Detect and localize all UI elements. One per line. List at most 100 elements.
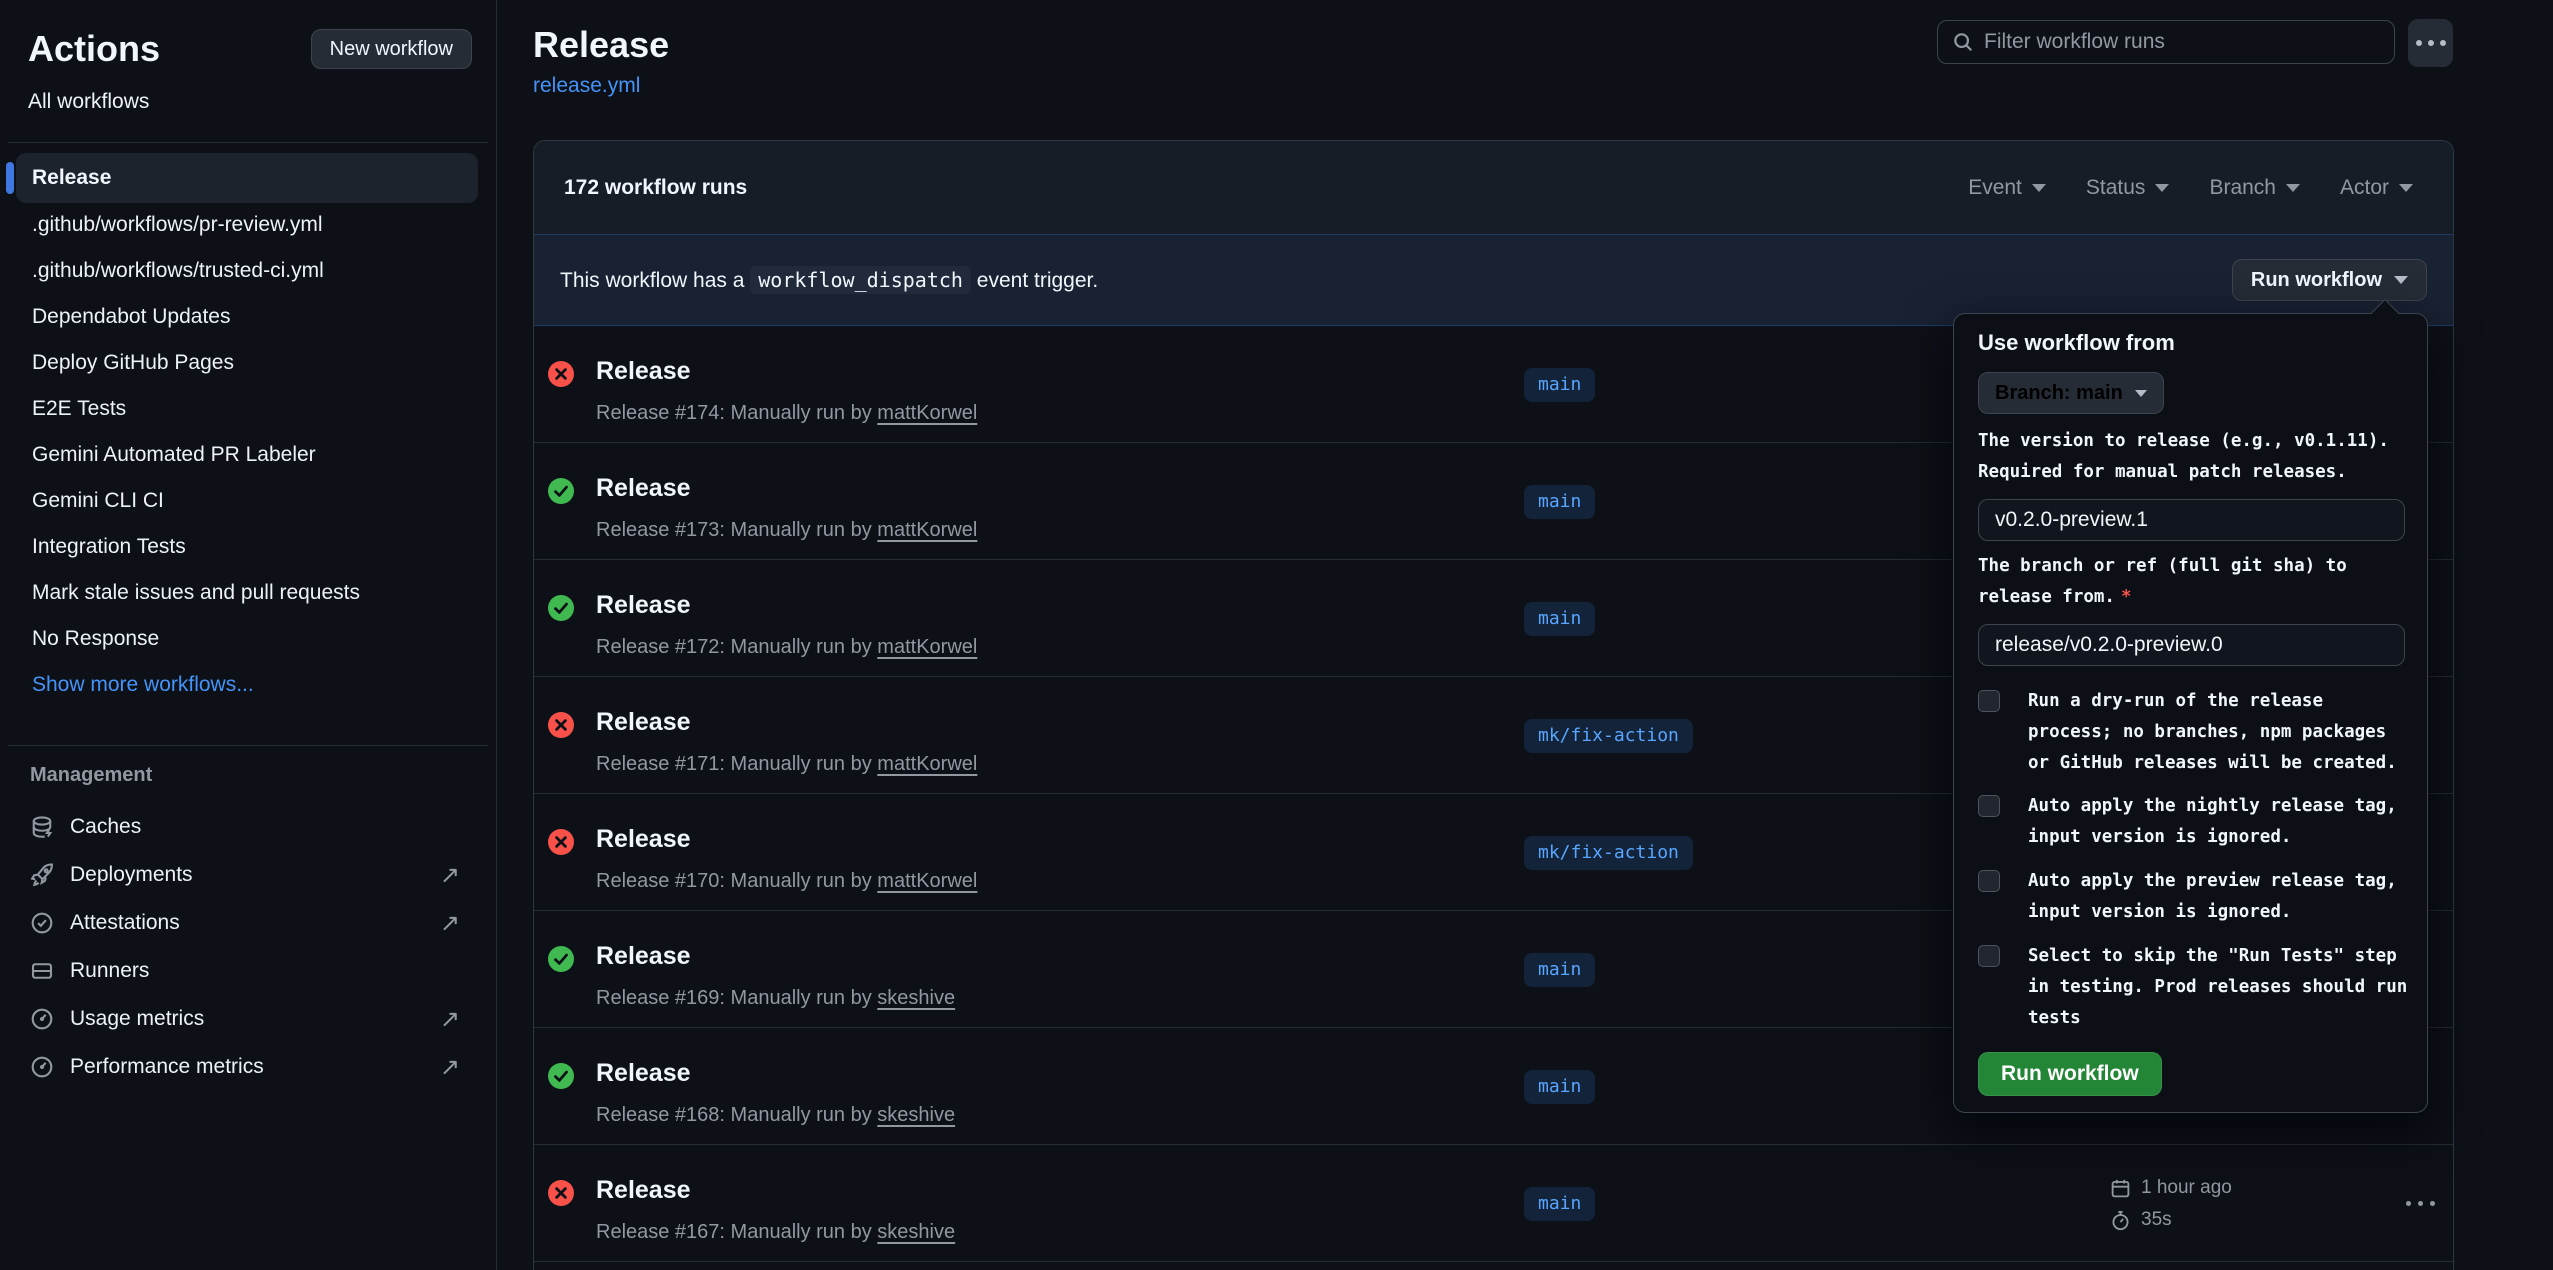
actor-link[interactable]: skeshive bbox=[877, 1104, 955, 1126]
new-workflow-button[interactable]: New workflow bbox=[311, 29, 472, 69]
nightly-tag-checkbox[interactable] bbox=[1978, 795, 2000, 817]
banner-text: This workflow has a workflow_dispatch ev… bbox=[560, 268, 1098, 293]
run-start-time: 1 hour ago bbox=[2110, 1177, 2232, 1199]
success-icon bbox=[548, 478, 574, 504]
actor-link[interactable]: skeshive bbox=[877, 1221, 955, 1243]
run-title-link[interactable]: Release bbox=[596, 1059, 691, 1088]
workflow-file-link[interactable]: release.yml bbox=[533, 74, 640, 98]
run-title-link[interactable]: Release bbox=[596, 708, 691, 737]
show-more-workflows-link[interactable]: Show more workflows... bbox=[0, 662, 496, 708]
sidebar-item-performance-metrics[interactable]: Performance metrics ↗ bbox=[0, 1043, 496, 1091]
sidebar-workflow-item[interactable]: E2E Tests bbox=[0, 386, 496, 432]
branch-select-button[interactable]: Branch: main bbox=[1978, 372, 2164, 414]
version-input[interactable] bbox=[1978, 499, 2405, 541]
run-description: Release #174: Manually run by mattKorwel bbox=[596, 402, 977, 425]
run-duration: 35s bbox=[2110, 1209, 2172, 1231]
selected-accent-bar bbox=[6, 162, 14, 194]
run-status-icon bbox=[548, 595, 574, 621]
sidebar: Actions New workflow All workflows Relea… bbox=[0, 0, 497, 1270]
page-kebab-menu-button[interactable] bbox=[2408, 19, 2453, 67]
branch-badge[interactable]: main bbox=[1524, 1187, 1595, 1221]
verified-icon bbox=[30, 911, 54, 935]
skip-tests-checkbox[interactable] bbox=[1978, 945, 2000, 967]
run-filters: Event Status Branch Actor bbox=[1968, 176, 2413, 200]
success-icon bbox=[548, 946, 574, 972]
sidebar-divider bbox=[8, 745, 488, 746]
actor-link[interactable]: mattKorwel bbox=[877, 753, 977, 775]
run-workflow-submit-button[interactable]: Run workflow bbox=[1978, 1052, 2162, 1096]
workflow-run-row[interactable]: Release Release #167: Manually run by sk… bbox=[534, 1145, 2453, 1262]
run-workflow-dropdown-button[interactable]: Run workflow bbox=[2232, 259, 2427, 301]
filter-dropdown[interactable]: Event bbox=[1968, 176, 2046, 200]
branch-badge[interactable]: main bbox=[1524, 1070, 1595, 1104]
sidebar-item-label: Attestations bbox=[70, 911, 180, 935]
preview-tag-checkbox[interactable] bbox=[1978, 870, 2000, 892]
management-section-label: Management bbox=[30, 764, 152, 787]
ref-field-label: The branch or ref (full git sha) to rele… bbox=[1978, 551, 2408, 613]
sidebar-item-attestations[interactable]: Attestations ↗ bbox=[0, 899, 496, 947]
branch-badge[interactable]: mk/fix-action bbox=[1524, 719, 1693, 753]
sidebar-workflow-item[interactable]: Gemini CLI CI bbox=[0, 478, 496, 524]
actor-link[interactable]: mattKorwel bbox=[877, 519, 977, 541]
run-title-link[interactable]: Release bbox=[596, 474, 691, 503]
sidebar-workflow-item[interactable]: No Response bbox=[0, 616, 496, 662]
branch-badge[interactable]: mk/fix-action bbox=[1524, 836, 1693, 870]
sidebar-item-caches[interactable]: Caches bbox=[0, 803, 496, 851]
run-title-link[interactable]: Release bbox=[596, 1176, 691, 1205]
filter-dropdown[interactable]: Status bbox=[2086, 176, 2170, 200]
preview-tag-checkbox-row: Auto apply the preview release tag, inpu… bbox=[1978, 866, 2408, 928]
sidebar-divider bbox=[8, 142, 488, 143]
actor-link[interactable]: skeshive bbox=[877, 987, 955, 1009]
run-status-icon bbox=[548, 1063, 574, 1089]
chevron-down-icon bbox=[2032, 184, 2046, 192]
external-link-icon: ↗ bbox=[440, 1053, 460, 1082]
sidebar-workflow-item[interactable]: .github/workflows/pr-review.yml bbox=[0, 202, 496, 248]
stopwatch-icon bbox=[2110, 1210, 2131, 1231]
sidebar-item-all-workflows[interactable]: All workflows bbox=[28, 90, 149, 114]
run-title-link[interactable]: Release bbox=[596, 591, 691, 620]
sidebar-item-usage-metrics[interactable]: Usage metrics ↗ bbox=[0, 995, 496, 1043]
ref-input[interactable] bbox=[1978, 624, 2405, 666]
run-description: Release #172: Manually run by mattKorwel bbox=[596, 636, 977, 659]
chevron-down-icon bbox=[2155, 184, 2169, 192]
actor-link[interactable]: mattKorwel bbox=[877, 870, 977, 892]
filter-workflow-runs-box bbox=[1937, 20, 2395, 64]
sidebar-workflow-item[interactable]: Gemini Automated PR Labeler bbox=[0, 432, 496, 478]
rocket-icon bbox=[30, 863, 54, 887]
chevron-down-icon bbox=[2286, 184, 2300, 192]
external-link-icon: ↗ bbox=[440, 1005, 460, 1034]
sidebar-workflow-item[interactable]: Integration Tests bbox=[0, 524, 496, 570]
filter-dropdown[interactable]: Actor bbox=[2340, 176, 2413, 200]
sidebar-item-runners[interactable]: Runners bbox=[0, 947, 496, 995]
actor-link[interactable]: mattKorwel bbox=[877, 636, 977, 658]
dry-run-checkbox[interactable] bbox=[1978, 690, 2000, 712]
run-description: Release #169: Manually run by skeshive bbox=[596, 987, 955, 1010]
sidebar-workflow-item[interactable]: Dependabot Updates bbox=[0, 294, 496, 340]
run-description: Release #171: Manually run by mattKorwel bbox=[596, 753, 977, 776]
sidebar-workflow-item[interactable]: Deploy GitHub Pages bbox=[0, 340, 496, 386]
sidebar-item-label: Usage metrics bbox=[70, 1007, 204, 1031]
sidebar-workflow-item[interactable]: Mark stale issues and pull requests bbox=[0, 570, 496, 616]
nightly-tag-checkbox-row: Auto apply the nightly release tag, inpu… bbox=[1978, 791, 2408, 853]
sidebar-item-deployments[interactable]: Deployments ↗ bbox=[0, 851, 496, 899]
sidebar-workflow-item[interactable]: .github/workflows/trusted-ci.yml bbox=[0, 248, 496, 294]
filter-runs-input[interactable] bbox=[1984, 30, 2364, 54]
branch-badge[interactable]: main bbox=[1524, 953, 1595, 987]
run-kebab-menu-button[interactable] bbox=[2392, 1189, 2448, 1217]
cache-icon bbox=[30, 815, 54, 839]
run-description: Release #168: Manually run by skeshive bbox=[596, 1104, 955, 1127]
search-icon bbox=[1952, 31, 1974, 53]
branch-badge[interactable]: main bbox=[1524, 602, 1595, 636]
run-title-link[interactable]: Release bbox=[596, 825, 691, 854]
actor-link[interactable]: mattKorwel bbox=[877, 402, 977, 424]
run-status-icon bbox=[548, 361, 574, 387]
sidebar-item-release-selected[interactable]: Release bbox=[16, 153, 478, 203]
branch-badge[interactable]: main bbox=[1524, 485, 1595, 519]
chevron-down-icon bbox=[2135, 390, 2147, 397]
branch-badge[interactable]: main bbox=[1524, 368, 1595, 402]
chevron-down-icon bbox=[2394, 276, 2408, 284]
sidebar-title: Actions bbox=[28, 28, 160, 70]
run-title-link[interactable]: Release bbox=[596, 357, 691, 386]
filter-dropdown[interactable]: Branch bbox=[2209, 176, 2300, 200]
run-title-link[interactable]: Release bbox=[596, 942, 691, 971]
